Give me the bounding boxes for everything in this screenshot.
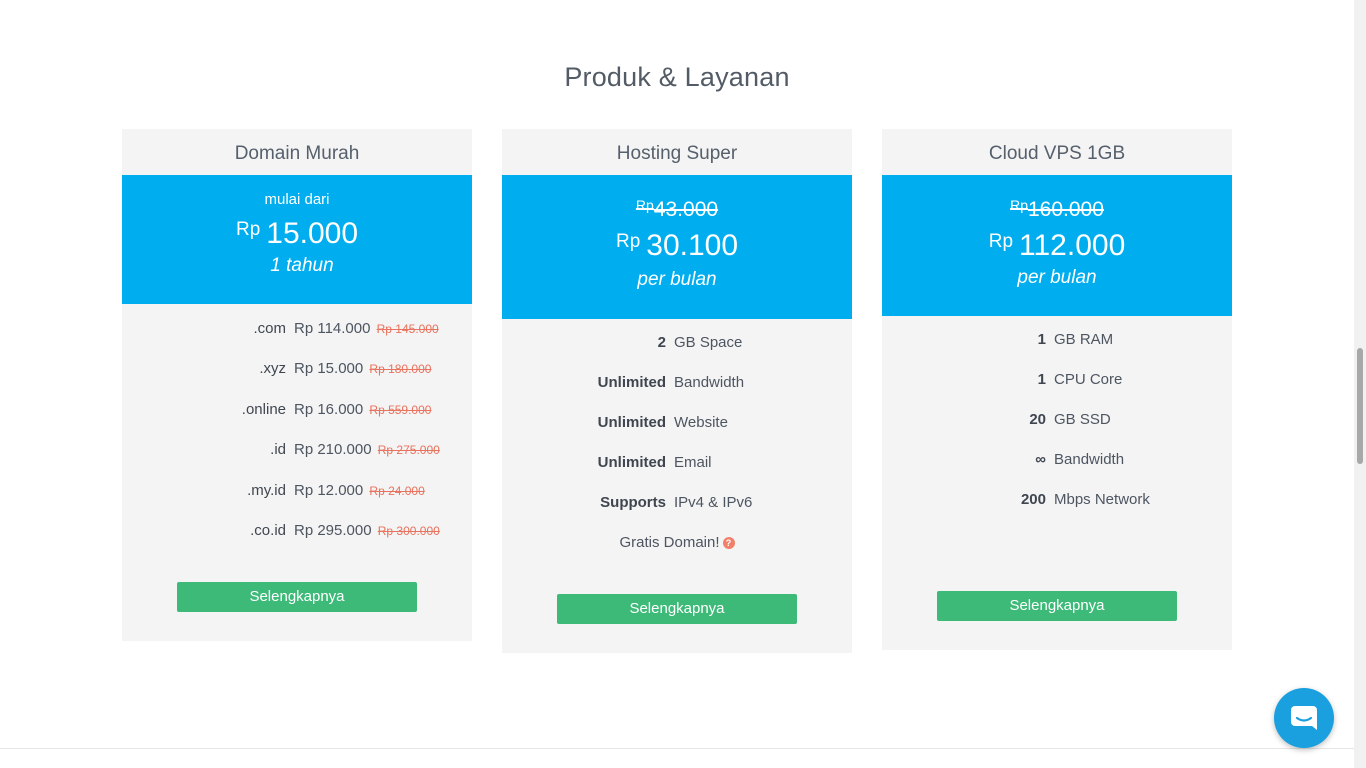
feature-row: 1 GB RAM: [882, 328, 1232, 352]
gratis-domain-row: Gratis Domain!?: [502, 531, 852, 555]
feature-label: GB SSD: [1054, 411, 1111, 428]
feature-value: Unlimited: [597, 374, 666, 391]
feature-label: GB Space: [674, 334, 743, 351]
selengkapnya-button[interactable]: Selengkapnya: [177, 582, 417, 612]
feature-value: ∞: [1035, 451, 1046, 468]
domain-price: Rp 210.000: [294, 441, 372, 458]
feature-label: Bandwidth: [674, 374, 745, 391]
domain-ext: .my.id: [247, 482, 286, 499]
domain-old-price: Rp 24.000: [369, 484, 425, 498]
domain-price: Rp 15.000: [294, 360, 364, 377]
selengkapnya-button[interactable]: Selengkapnya: [557, 594, 797, 624]
domain-old-price: Rp 275.000: [377, 443, 440, 457]
period: per bulan: [637, 269, 717, 290]
feature-value: 200: [1020, 491, 1046, 508]
domain-price: Rp 114.000: [294, 320, 371, 337]
domain-card: Domain Murah mulai dari Rp 15.000 1 tahun…: [122, 129, 472, 641]
feature-row: 1 CPU Core: [882, 368, 1232, 392]
old-price: Rp160.000: [882, 197, 1232, 222]
old-price: Rp43.000: [502, 197, 852, 222]
feature-label: Email: [674, 454, 712, 471]
chat-bubble-icon: [1291, 706, 1317, 730]
price-value: 15.000: [266, 217, 359, 250]
old-currency: Rp: [1010, 197, 1028, 213]
chat-launcher-button[interactable]: [1274, 688, 1334, 748]
domain-old-price: Rp 145.000: [376, 322, 439, 336]
list-item: .online Rp 16.000 Rp 559.000: [122, 398, 472, 422]
feature-row: 200 Mbps Network: [882, 488, 1232, 512]
feature-row: Unlimited Bandwidth: [502, 371, 852, 395]
page-title: Produk & Layanan: [564, 62, 790, 92]
feature-value: 1: [1037, 331, 1046, 348]
feature-row: Supports IPv4 & IPv6: [502, 491, 852, 515]
domain-old-price: Rp 180.000: [369, 362, 432, 376]
currency: Rp: [988, 231, 1014, 252]
feature-row: 20 GB SSD: [882, 408, 1232, 432]
domain-price: Rp 12.000: [294, 482, 364, 499]
old-currency: Rp: [635, 197, 654, 213]
price-box: Rp160.000 Rp 112.000 per bulan: [882, 175, 1232, 316]
list-item: .co.id Rp 295.000 Rp 300.000: [122, 519, 472, 543]
hosting-card: Hosting Super Rp43.000 Rp 30.100 per bula…: [502, 129, 852, 653]
domain-ext: .online: [241, 401, 286, 418]
price-value: 30.100: [646, 229, 739, 262]
feature-label: CPU Core: [1054, 371, 1123, 388]
list-item: .id Rp 210.000 Rp 275.000: [122, 438, 472, 462]
feature-value: 20: [1029, 411, 1046, 428]
old-price-value: 43.000: [653, 198, 719, 221]
domain-old-price: Rp 559.000: [369, 403, 432, 417]
feature-row: ∞ Bandwidth: [882, 448, 1232, 472]
period: 1 tahun: [270, 255, 334, 276]
currency: Rp: [235, 219, 261, 240]
price-box: Rp43.000 Rp 30.100 per bulan: [502, 175, 852, 319]
selengkapnya-button[interactable]: Selengkapnya: [937, 591, 1177, 621]
feature-label: Mbps Network: [1054, 491, 1150, 508]
price: Rp 112.000: [882, 229, 1232, 263]
feature-value: 2: [657, 334, 666, 351]
price-box: mulai dari Rp 15.000 1 tahun: [122, 175, 472, 304]
footer-divider: [0, 748, 1354, 749]
domain-price: Rp 16.000: [294, 401, 364, 418]
card-title: Domain Murah: [234, 143, 360, 164]
feature-row: Unlimited Website: [502, 411, 852, 435]
domain-ext: .xyz: [259, 360, 286, 377]
card-title: Hosting Super: [616, 143, 738, 164]
vertical-scrollbar[interactable]: [1354, 0, 1366, 768]
domain-price: Rp 295.000: [294, 522, 372, 539]
domain-ext: .com: [253, 320, 286, 337]
list-item: .my.id Rp 12.000 Rp 24.000: [122, 479, 472, 503]
period: per bulan: [1017, 267, 1097, 288]
feature-value: Unlimited: [597, 414, 666, 431]
feature-row: 2 GB Space: [502, 331, 852, 355]
feature-label: GB RAM: [1054, 331, 1114, 348]
start-text: mulai dari: [264, 191, 330, 208]
list-item: .com Rp 114.000 Rp 145.000: [122, 317, 472, 341]
currency: Rp: [615, 231, 641, 252]
price: Rp 15.000: [122, 217, 472, 251]
price-value: 112.000: [1019, 229, 1126, 262]
vps-card: Cloud VPS 1GB Rp160.000 Rp 112.000 per bu…: [882, 129, 1232, 650]
price: Rp 30.100: [502, 229, 852, 263]
old-price-value: 160.000: [1027, 198, 1104, 221]
domain-ext: .co.id: [250, 522, 286, 539]
scrollbar-thumb[interactable]: [1357, 348, 1363, 464]
card-title: Cloud VPS 1GB: [988, 143, 1126, 164]
question-circle-icon[interactable]: ?: [722, 537, 735, 549]
domain-ext: .id: [270, 441, 286, 458]
feature-value: Unlimited: [597, 454, 666, 471]
domain-old-price: Rp 300.000: [377, 524, 440, 538]
feature-label: Bandwidth: [1054, 451, 1125, 468]
feature-value: 1: [1037, 371, 1046, 388]
list-item: .xyz Rp 15.000 Rp 180.000: [122, 357, 472, 381]
feature-label: IPv4 & IPv6: [674, 494, 753, 511]
feature-label: Website: [674, 414, 728, 431]
feature-row: Unlimited Email: [502, 451, 852, 475]
feature-value: Supports: [600, 494, 666, 511]
gratis-domain-text: Gratis Domain!: [619, 534, 720, 551]
